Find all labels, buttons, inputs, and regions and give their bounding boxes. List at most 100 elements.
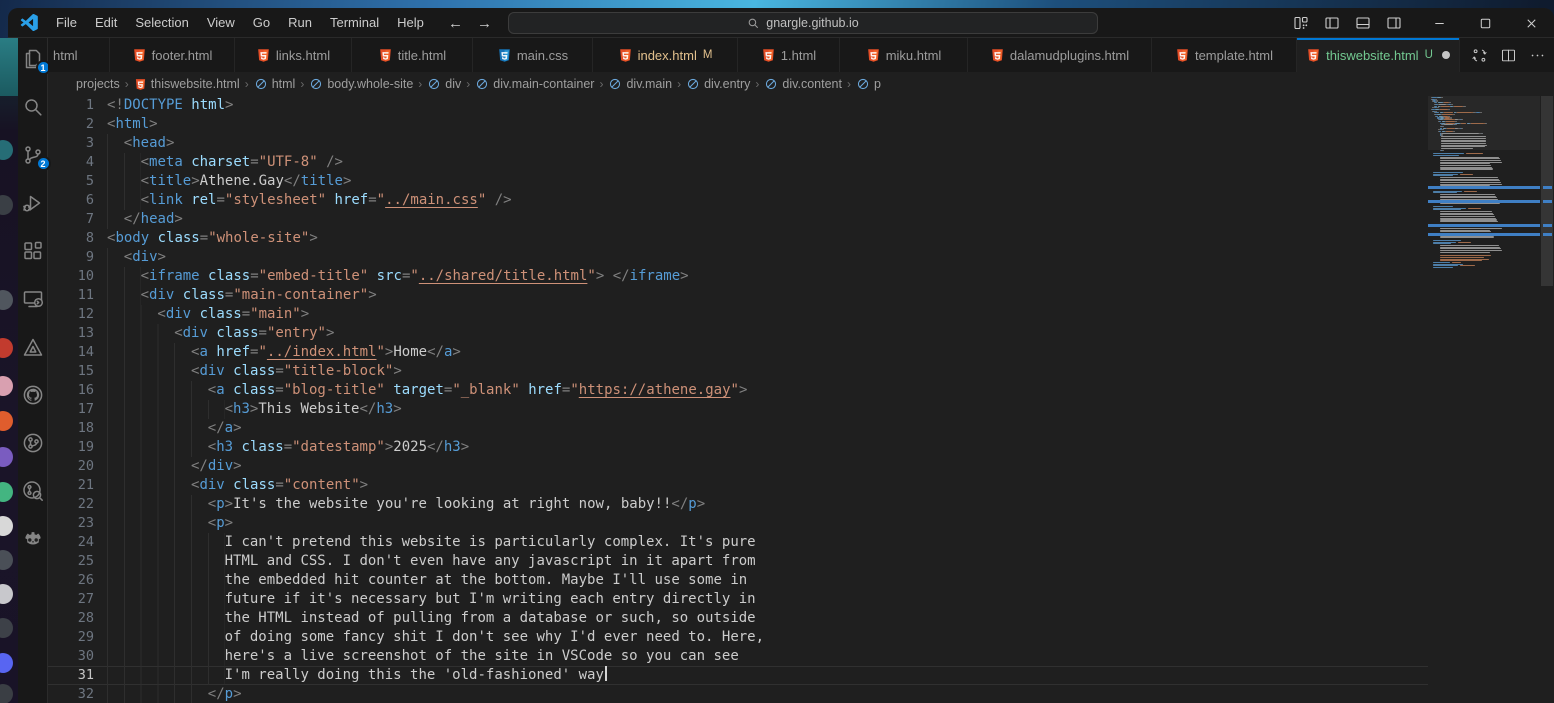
code-line-6[interactable]: 6<link rel="stylesheet" href="../main.cs… <box>48 191 1428 210</box>
tab-html[interactable]: html <box>48 38 110 72</box>
history-forward-icon[interactable]: → <box>477 15 492 32</box>
breadcrumb-item-p[interactable]: p <box>856 77 881 91</box>
history-back-icon[interactable]: ← <box>448 15 463 32</box>
code-line-22[interactable]: 22<p>It's the website you're looking at … <box>48 495 1428 514</box>
line-number[interactable]: 9 <box>48 248 94 267</box>
unsaved-dot-icon[interactable] <box>1442 51 1450 59</box>
code-line-32[interactable]: 32</p> <box>48 685 1428 703</box>
tab-main.css[interactable]: main.css <box>473 38 593 72</box>
line-number[interactable]: 2 <box>48 115 94 134</box>
breadcrumb-item-div-main-container[interactable]: div.main-container <box>475 77 594 91</box>
line-number[interactable]: 3 <box>48 134 94 153</box>
code-line-8[interactable]: 8<body class="whole-site"> <box>48 229 1428 248</box>
line-number[interactable]: 13 <box>48 324 94 343</box>
line-number[interactable]: 31 <box>48 666 94 685</box>
code-line-9[interactable]: 9<div> <box>48 248 1428 267</box>
line-number[interactable]: 20 <box>48 457 94 476</box>
gitlens-icon[interactable] <box>21 431 45 455</box>
line-number[interactable]: 4 <box>48 153 94 172</box>
code-line-29[interactable]: 29of doing some fancy shit I don't see w… <box>48 628 1428 647</box>
open-changes-icon[interactable] <box>1471 47 1488 64</box>
toggle-secondary-sidebar-icon[interactable] <box>1386 15 1402 31</box>
menu-go[interactable]: Go <box>244 8 279 38</box>
line-number[interactable]: 16 <box>48 381 94 400</box>
code-line-31[interactable]: 31I'm really doing this the 'old-fashion… <box>48 666 1428 685</box>
line-number[interactable]: 14 <box>48 343 94 362</box>
code-line-21[interactable]: 21<div class="content"> <box>48 476 1428 495</box>
code-line-18[interactable]: 18</a> <box>48 419 1428 438</box>
search-icon[interactable] <box>21 95 45 119</box>
code-line-14[interactable]: 14<a href="../index.html">Home</a> <box>48 343 1428 362</box>
code-line-30[interactable]: 30here's a live screenshot of the site i… <box>48 647 1428 666</box>
explorer-icon[interactable]: 1 <box>21 47 45 71</box>
menu-file[interactable]: File <box>47 8 86 38</box>
breadcrumb-item-div-content[interactable]: div.content <box>764 77 842 91</box>
close-button[interactable] <box>1508 8 1554 38</box>
more-actions-icon[interactable] <box>1529 47 1546 64</box>
breadcrumb-item-html[interactable]: html <box>254 77 296 91</box>
line-number[interactable]: 11 <box>48 286 94 305</box>
menu-selection[interactable]: Selection <box>126 8 197 38</box>
code-editor[interactable]: 1<!DOCTYPE html>2<html>3<head>4<meta cha… <box>48 96 1428 703</box>
run-and-debug-icon[interactable] <box>21 191 45 215</box>
triangle-logo-icon[interactable] <box>21 335 45 359</box>
scrollbar-slider[interactable] <box>1541 96 1553 286</box>
code-line-28[interactable]: 28the HTML instead of pulling from a dat… <box>48 609 1428 628</box>
tab-template.html[interactable]: template.html <box>1152 38 1297 72</box>
code-line-15[interactable]: 15<div class="title-block"> <box>48 362 1428 381</box>
code-line-10[interactable]: 10<iframe class="embed-title" src="../sh… <box>48 267 1428 286</box>
github-icon[interactable] <box>21 383 45 407</box>
code-line-27[interactable]: 27future if it's necessary but I'm writi… <box>48 590 1428 609</box>
tab-1.html[interactable]: 1.html <box>738 38 840 72</box>
code-line-3[interactable]: 3<head> <box>48 134 1428 153</box>
toggle-primary-sidebar-icon[interactable] <box>1324 15 1340 31</box>
line-number[interactable]: 28 <box>48 609 94 628</box>
tab-miku.html[interactable]: miku.html <box>840 38 968 72</box>
minimap[interactable] <box>1428 96 1540 703</box>
menu-help[interactable]: Help <box>388 8 433 38</box>
breadcrumb-item-projects[interactable]: projects <box>76 77 120 91</box>
minimize-button[interactable] <box>1416 8 1462 38</box>
code-line-2[interactable]: 2<html> <box>48 115 1428 134</box>
code-line-5[interactable]: 5<title>Athene.Gay</title> <box>48 172 1428 191</box>
code-line-4[interactable]: 4<meta charset="UTF-8" /> <box>48 153 1428 172</box>
code-line-7[interactable]: 7</head> <box>48 210 1428 229</box>
gitlens-inspect-icon[interactable] <box>21 479 45 503</box>
breadcrumb-item-div[interactable]: div <box>427 77 461 91</box>
split-editor-icon[interactable] <box>1500 47 1517 64</box>
code-line-1[interactable]: 1<!DOCTYPE html> <box>48 96 1428 115</box>
code-line-16[interactable]: 16<a class="blog-title" target="_blank" … <box>48 381 1428 400</box>
breadcrumb-item-thiswebsite-html[interactable]: thiswebsite.html <box>134 77 240 91</box>
line-number[interactable]: 22 <box>48 495 94 514</box>
line-number[interactable]: 32 <box>48 685 94 703</box>
line-number[interactable]: 25 <box>48 552 94 571</box>
editor-scrollbar[interactable] <box>1540 96 1554 703</box>
remote-explorer-icon[interactable] <box>21 287 45 311</box>
toggle-panel-icon[interactable] <box>1355 15 1371 31</box>
line-number[interactable]: 19 <box>48 438 94 457</box>
tab-thiswebsite.html[interactable]: thiswebsite.htmlU <box>1297 38 1460 72</box>
code-line-20[interactable]: 20</div> <box>48 457 1428 476</box>
line-number[interactable]: 30 <box>48 647 94 666</box>
code-line-25[interactable]: 25HTML and CSS. I don't even have any ja… <box>48 552 1428 571</box>
code-line-12[interactable]: 12<div class="main"> <box>48 305 1428 324</box>
line-number[interactable]: 18 <box>48 419 94 438</box>
line-number[interactable]: 29 <box>48 628 94 647</box>
line-number[interactable]: 27 <box>48 590 94 609</box>
line-number[interactable]: 5 <box>48 172 94 191</box>
code-line-26[interactable]: 26the embedded hit counter at the bottom… <box>48 571 1428 590</box>
godot-tools-icon[interactable] <box>21 527 45 551</box>
menu-run[interactable]: Run <box>279 8 321 38</box>
breadcrumb-item-body-whole-site[interactable]: body.whole-site <box>309 77 413 91</box>
line-number[interactable]: 10 <box>48 267 94 286</box>
line-number[interactable]: 8 <box>48 229 94 248</box>
command-center-search[interactable]: gnargle.github.io <box>508 12 1098 34</box>
code-line-19[interactable]: 19<h3 class="datestamp">2025</h3> <box>48 438 1428 457</box>
line-number[interactable]: 1 <box>48 96 94 115</box>
line-number[interactable]: 23 <box>48 514 94 533</box>
customize-layout-icon[interactable] <box>1293 15 1309 31</box>
tab-footer.html[interactable]: footer.html <box>110 38 235 72</box>
breadcrumb-item-div-entry[interactable]: div.entry <box>686 77 750 91</box>
tab-title.html[interactable]: title.html <box>352 38 473 72</box>
line-number[interactable]: 26 <box>48 571 94 590</box>
